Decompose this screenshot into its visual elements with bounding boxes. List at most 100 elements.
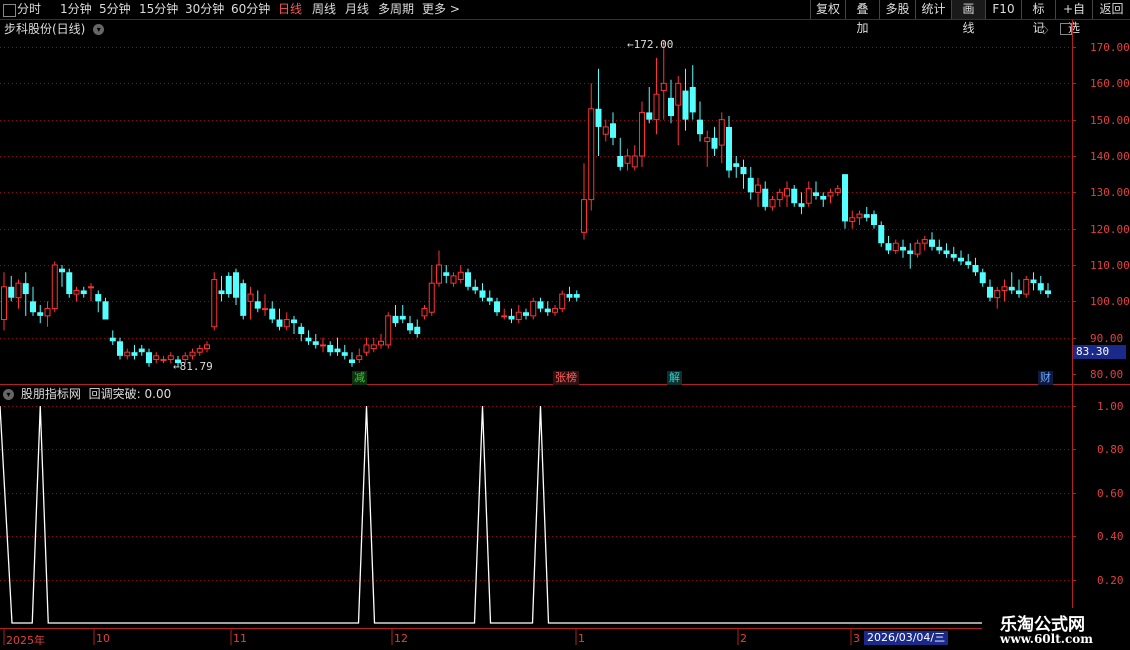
candle-body (871, 214, 877, 226)
candle-body (486, 297, 493, 302)
candle-body (138, 348, 145, 353)
date-tick-label: 3 (853, 632, 860, 645)
event-badge-reduce[interactable]: 减 (352, 371, 367, 385)
candle-body (689, 86, 696, 113)
candle-body (631, 155, 638, 168)
event-badge-finance[interactable]: 财 (1038, 371, 1053, 385)
candle-body (573, 294, 580, 298)
candle-body (385, 315, 392, 346)
candle-body (196, 348, 203, 353)
candle-body (972, 265, 979, 273)
candle-body (22, 283, 29, 295)
candle-body (109, 337, 116, 342)
candle-body (791, 188, 798, 204)
period-tab-3[interactable]: 15分钟 (139, 2, 178, 17)
candle-body (30, 301, 36, 313)
date-tick-label: 2025年 (6, 634, 45, 647)
date-tick-label: 1 (578, 632, 585, 645)
toolbar-button-0[interactable]: 复权 (810, 0, 845, 19)
candle-body (501, 315, 508, 318)
period-tab-0[interactable]: 分时 (17, 2, 41, 17)
candle-body (124, 351, 131, 357)
candle-body (878, 225, 885, 244)
period-tab-2[interactable]: 5分钟 (99, 2, 131, 17)
price-tick-label: 130.00 (1090, 185, 1130, 199)
candle-body (769, 199, 776, 208)
candle-body (711, 137, 718, 149)
toolbar-button-7[interactable]: +自选 (1055, 0, 1092, 35)
indicator-dropdown-icon[interactable]: ▾ (3, 389, 14, 400)
period-tab-5[interactable]: 60分钟 (231, 2, 270, 17)
period-tab-10[interactable]: 更多 > (422, 2, 460, 17)
period-tab-1[interactable]: 1分钟 (60, 2, 92, 17)
toolbar-button-6[interactable]: 标记 (1021, 0, 1055, 35)
candle-body (994, 289, 1001, 299)
candle-body (153, 355, 160, 360)
candle-body (95, 294, 102, 302)
candle-body (356, 355, 363, 360)
toolbar-button-4[interactable]: 画线 (951, 0, 985, 35)
candle-body (349, 359, 355, 364)
toolbar-button-1[interactable]: 叠加 (845, 0, 879, 35)
candle-body (704, 137, 711, 142)
candle-body (37, 312, 44, 316)
candle-body (472, 286, 479, 291)
toolbar-button-8[interactable]: 返回 (1092, 0, 1130, 19)
candle-body (863, 214, 870, 218)
date-tick-label: 11 (233, 632, 247, 645)
candle-body (552, 308, 558, 313)
candle-body (479, 290, 486, 298)
diamond-icon[interactable]: ◇ (1040, 23, 1048, 36)
candle-body (950, 254, 957, 258)
candle-body (15, 282, 22, 299)
candle-body (979, 272, 986, 284)
period-tab-8[interactable]: 月线 (345, 2, 369, 17)
period-tab-9[interactable]: 多周期 (378, 2, 414, 17)
candle-body (733, 163, 740, 167)
price-chart[interactable] (0, 0, 1130, 650)
candle-body (610, 123, 616, 138)
candle-body (660, 82, 667, 92)
toolbar-button-3[interactable]: 统计 (915, 0, 951, 19)
candle-body (407, 323, 413, 331)
period-tab-4[interactable]: 30分钟 (185, 2, 224, 17)
candle-body (225, 275, 232, 295)
price-tick-label: 150.00 (1090, 113, 1130, 127)
price-tick-label: 170.00 (1090, 40, 1130, 54)
period-tab-7[interactable]: 周线 (312, 2, 336, 17)
candle-body (494, 301, 500, 313)
candle-body (668, 97, 674, 117)
toolbar-button-2[interactable]: 多股 (879, 0, 915, 19)
candle-body (842, 174, 848, 222)
candle-body (167, 355, 174, 360)
candle-body (1037, 283, 1044, 291)
candle-body (334, 348, 341, 353)
candle-body (697, 119, 703, 135)
current-price-label: 83.30 (1073, 345, 1126, 359)
candle-body (341, 352, 348, 356)
layout-toggle-icon[interactable] (1060, 23, 1072, 35)
candle-body (102, 301, 109, 320)
period-tab-6[interactable]: 日线 (278, 2, 302, 17)
price-tick-label: 100.00 (1090, 294, 1130, 308)
candle-body (921, 239, 928, 244)
indicator-name[interactable]: 股朋指标网 (21, 387, 81, 401)
toolbar-button-5[interactable]: F10 (985, 0, 1021, 19)
candle-body (820, 195, 827, 200)
event-badge-unlock[interactable]: 解 (667, 371, 682, 385)
candle-body (646, 112, 653, 120)
candle-body (544, 308, 551, 313)
candle-body (537, 301, 544, 309)
candle-body (450, 275, 457, 284)
candle-body (8, 286, 15, 298)
candle-body (965, 261, 972, 265)
candle-body (849, 217, 856, 222)
candle-body (1023, 279, 1030, 295)
candle-body (624, 155, 631, 164)
candle-body (1016, 290, 1022, 295)
event-badge-limit-list[interactable]: 张榜 (553, 371, 579, 385)
chart-title-dropdown-icon[interactable]: ▾ (93, 24, 105, 35)
candle-body (378, 340, 384, 346)
menu-icon[interactable] (3, 4, 16, 17)
indicator-series-label: 回调突破: 0.00 (88, 387, 172, 401)
